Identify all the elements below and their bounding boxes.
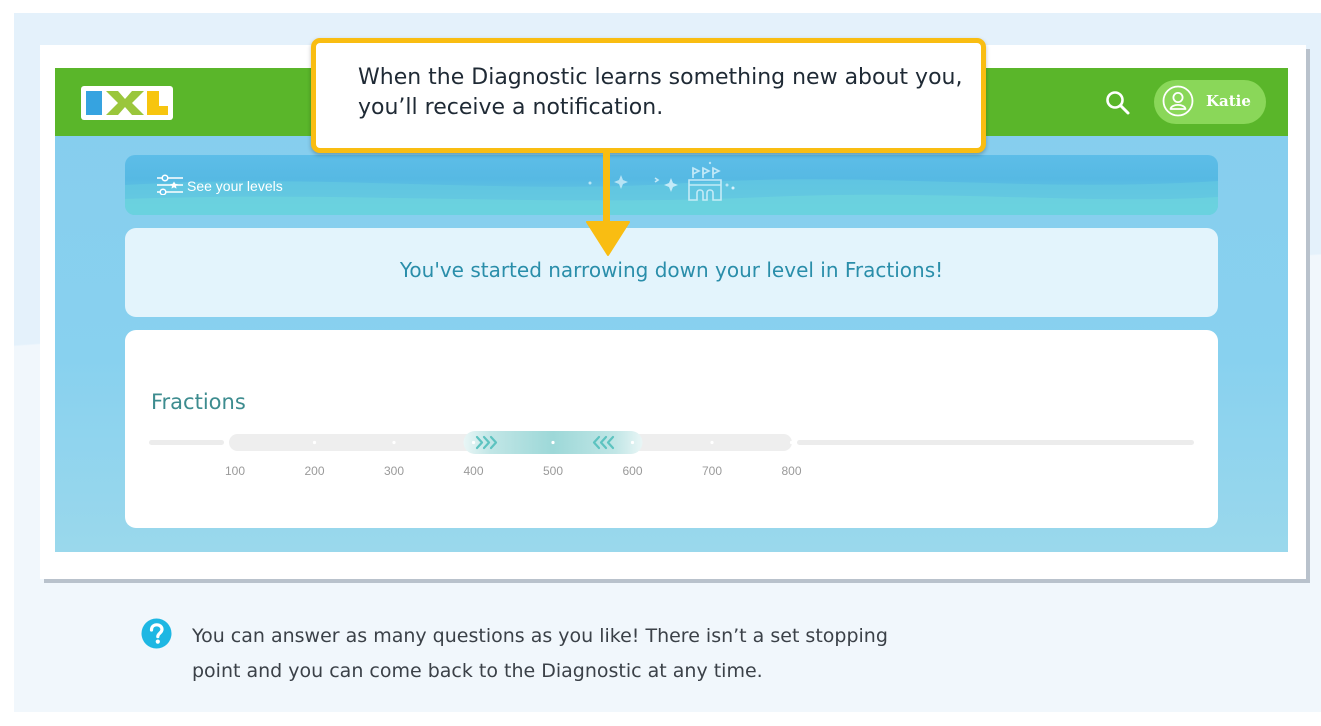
scale-dot	[789, 440, 794, 445]
fractions-level-card: Fractions 100 200 300 400 500 600 700 80…	[125, 330, 1218, 528]
fractions-title: Fractions	[151, 390, 246, 414]
user-name: Katie	[1206, 92, 1251, 110]
scale-track-right	[797, 440, 1194, 445]
level-notification-card: You've started narrowing down your level…	[125, 228, 1218, 317]
diagnostic-callout: When the Diagnostic learns something new…	[311, 38, 986, 153]
scale-tick-label: 800	[781, 464, 801, 478]
scale-tick-label: 700	[702, 464, 722, 478]
sliders-icon	[157, 174, 183, 195]
scale-tick-label: 200	[304, 464, 324, 478]
search-icon[interactable]	[1101, 86, 1135, 120]
scale-dot	[312, 440, 317, 445]
scale-dot	[392, 440, 396, 445]
scale-dot	[710, 440, 714, 445]
help-note: You can answer as many questions as you …	[141, 618, 1141, 698]
scale-tick-label: 300	[384, 464, 404, 478]
user-avatar-icon	[1162, 85, 1194, 117]
see-your-levels-banner[interactable]: See your levels	[125, 155, 1218, 215]
down-arrow-icon	[586, 150, 630, 256]
scale-dot	[471, 440, 476, 445]
callout-text: When the Diagnostic learns something new…	[358, 65, 963, 120]
scale-dot	[551, 440, 555, 445]
ixl-logo[interactable]	[81, 86, 173, 120]
help-text: You can answer as many questions as you …	[192, 625, 888, 682]
scale-tick-label: 100	[225, 464, 245, 478]
scale-tick-label: 500	[543, 464, 563, 478]
help-question-icon	[141, 618, 172, 649]
scale-tick-label: 600	[622, 464, 642, 478]
level-notification-message: You've started narrowing down your level…	[399, 258, 944, 282]
scale-track-left	[149, 440, 224, 445]
scale-tick-label: 400	[463, 464, 483, 478]
scale-dot	[630, 440, 635, 445]
user-menu-button[interactable]: Katie	[1154, 80, 1266, 124]
see-your-levels-label: See your levels	[187, 178, 283, 194]
fractions-level-scale: 100 200 300 400 500 600 700 800	[149, 431, 1194, 478]
castle-icon	[654, 166, 735, 201]
